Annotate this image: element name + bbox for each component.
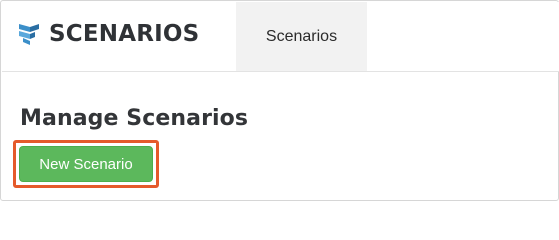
brand-name: SCENARIOS: [49, 21, 200, 47]
page-title: Manage Scenarios: [20, 106, 249, 131]
stacked-panels-logo-icon: [19, 24, 39, 45]
top-navbar: SCENARIOS Scenarios: [2, 2, 559, 72]
brand[interactable]: SCENARIOS: [18, 19, 199, 49]
new-scenario-button[interactable]: New Scenario: [19, 146, 153, 182]
tab-scenarios[interactable]: Scenarios: [236, 2, 367, 71]
app-frame: SCENARIOS Scenarios Manage Scenarios New…: [0, 0, 559, 201]
